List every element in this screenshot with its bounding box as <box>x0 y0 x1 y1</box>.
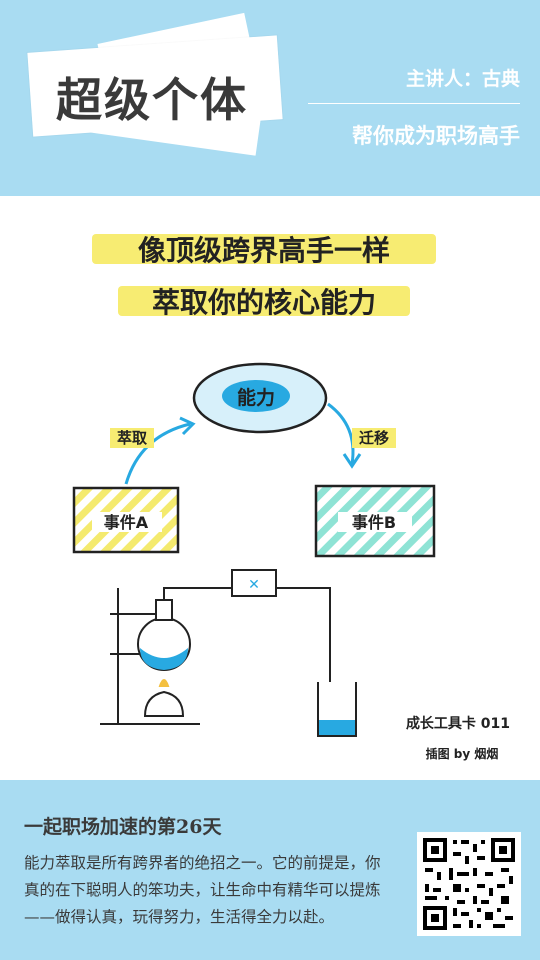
qr-code-graphic <box>421 836 517 932</box>
speaker-label: 主讲人：古典 <box>405 68 520 90</box>
illustrator-credit: 插图 by 烟烟 <box>426 746 499 761</box>
brand-title: 超级个体 <box>56 73 248 127</box>
ability-label: 能力 <box>237 386 275 409</box>
qr-code-icon[interactable] <box>417 832 521 936</box>
event-b-label: 事件B <box>352 513 396 532</box>
card-title-line2: 萃取你的核心能力 <box>152 286 376 319</box>
header-divider <box>308 103 520 104</box>
day-title: 一起职场加速的第26天 <box>24 816 222 838</box>
illustration-svg: 像顶级跨界高手一样 萃取你的核心能力 能力 萃取 迁移 事件A 事件B ✕ 成长… <box>72 234 510 761</box>
card-id: 成长工具卡 011 <box>406 715 510 732</box>
transfer-label: 迁移 <box>359 429 389 447</box>
tagline: 帮你成为职场高手 <box>352 123 520 148</box>
description-text: 能力萃取是所有跨界者的绝招之一。它的前提是，你真的在下聪明人的笨功夫，让生命中有… <box>24 854 381 926</box>
card-title-line1: 像顶级跨界高手一样 <box>138 234 390 267</box>
transfer-arrow <box>327 402 355 465</box>
header-banner: 超级个体 主讲人：古典 帮你成为职场高手 <box>0 0 540 196</box>
event-a-label: 事件A <box>104 513 149 532</box>
illustration-card: 像顶级跨界高手一样 萃取你的核心能力 能力 萃取 迁移 事件A 事件B ✕ 成长… <box>0 196 540 780</box>
distillation-apparatus <box>100 569 357 737</box>
extract-label: 萃取 <box>117 429 148 447</box>
condenser-mark: ✕ <box>248 577 260 593</box>
